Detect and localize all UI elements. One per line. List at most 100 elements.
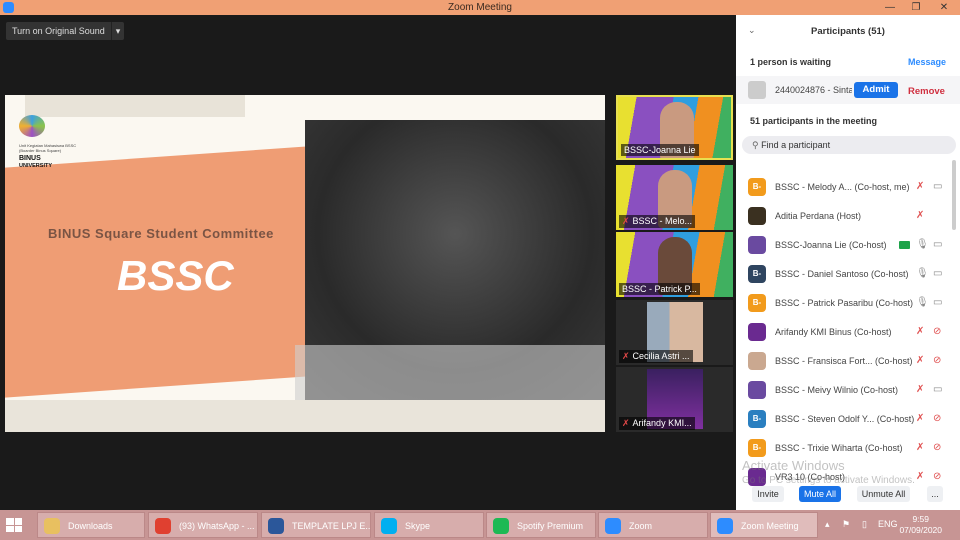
participant-row[interactable]: BSSC - Meivy Wilnio (Co-host) ✗ ▭ xyxy=(736,376,952,405)
close-button[interactable]: ✕ xyxy=(932,0,956,15)
title-bar: Zoom Meeting — ❐ ✕ xyxy=(0,0,960,15)
participant-row[interactable]: B- BSSC - Steven Odolf Y... (Co-host) ✗ ⊘ xyxy=(736,405,952,434)
taskbar-item-label: Downloads xyxy=(68,521,113,531)
participant-row[interactable]: B- BSSC - Daniel Santoso (Co-host) 🎙 ▭ xyxy=(736,260,952,289)
taskbar: Downloads (93) WhatsApp - ... TEMPLATE LPJ… xyxy=(0,510,960,540)
video-thumbnail[interactable]: BSSC - Patrick P... xyxy=(616,232,733,297)
participant-name: BSSC - Daniel Santoso (Co-host) xyxy=(775,269,909,279)
thumbnail-name: ✗ BSSC - Melo... xyxy=(619,215,696,228)
avatar: B- xyxy=(748,410,766,428)
admit-button[interactable]: Admit xyxy=(854,82,898,98)
message-button[interactable]: Message xyxy=(908,57,946,67)
participant-row[interactable]: BSSC - Fransisca Fort... (Co-host) ✗ ⊘ xyxy=(736,347,952,376)
flag-icon[interactable]: ⚑ xyxy=(842,519,850,530)
participant-name: Arifandy KMI Binus (Co-host) xyxy=(775,327,892,337)
thumbnail-name: BSSC-Joanna Lie xyxy=(621,144,699,156)
taskbar-item[interactable]: Spotify Premium xyxy=(486,512,596,538)
invite-button[interactable]: Invite xyxy=(752,486,784,502)
avatar xyxy=(748,381,766,399)
video-thumbnail[interactable]: BSSC-Joanna Lie xyxy=(616,95,733,160)
participant-name: BSSC - Melody A... (Co-host, me) xyxy=(775,182,910,192)
taskbar-item[interactable]: Skype xyxy=(374,512,484,538)
participant-row[interactable]: Arifandy KMI Binus (Co-host) ✗ ⊘ xyxy=(736,318,952,347)
video-icon[interactable]: ▭ xyxy=(933,239,942,250)
taskbar-item-label: Skype xyxy=(405,521,431,531)
original-sound-button[interactable]: Turn on Original Sound ▾ xyxy=(6,22,125,40)
thumbnail-name-text: Cecilia Astri ... xyxy=(632,351,690,361)
activation-watermark: Activate Windows xyxy=(742,458,845,473)
original-sound-label[interactable]: Turn on Original Sound xyxy=(6,22,111,40)
app-icon xyxy=(268,518,284,534)
shared-screen: Unit Kegiatan Mahasiswa BSSC (Boarder Bi… xyxy=(5,95,605,432)
video-icon[interactable]: ▭ xyxy=(933,268,942,279)
video-thumbnail[interactable]: ✗ Cecilia Astri ... xyxy=(616,300,733,365)
taskbar-item-label: Zoom Meeting xyxy=(741,521,799,531)
mic-muted-icon[interactable]: ✗ xyxy=(916,326,924,337)
more-button[interactable]: ... xyxy=(927,486,943,502)
torn-paper-bottom xyxy=(5,400,605,432)
mic-muted-icon: ✗ xyxy=(622,216,630,226)
video-off-icon[interactable]: ⊘ xyxy=(933,355,941,366)
mic-muted-icon[interactable]: ✗ xyxy=(916,471,924,482)
participant-row[interactable]: B- BSSC - Melody A... (Co-host, me) ✗ ▭ xyxy=(736,173,952,202)
bssc-logo xyxy=(19,115,45,137)
taskbar-item[interactable]: (93) WhatsApp - ... xyxy=(148,512,258,538)
mic-muted-icon[interactable]: ✗ xyxy=(916,384,924,395)
mic-muted-icon[interactable]: ✗ xyxy=(916,181,924,192)
mute-all-button[interactable]: Mute All xyxy=(799,486,841,502)
video-thumbnail[interactable]: ✗ BSSC - Melo... xyxy=(616,165,733,230)
avatar: B- xyxy=(748,439,766,457)
avatar: B- xyxy=(748,178,766,196)
avatar xyxy=(748,323,766,341)
mic-muted-icon[interactable]: ✗ xyxy=(916,210,924,221)
search-input[interactable]: ⚲ Find a participant xyxy=(742,136,956,154)
video-icon[interactable]: ▭ xyxy=(933,181,942,192)
app-icon xyxy=(605,518,621,534)
tray-up-arrow-icon[interactable]: ▴ xyxy=(825,519,830,530)
waiting-row: 2440024876 - Sinta Admit Remove xyxy=(736,76,960,104)
video-off-icon[interactable]: ⊘ xyxy=(933,471,941,482)
video-icon[interactable]: ▭ xyxy=(933,297,942,308)
windows-start-icon[interactable] xyxy=(6,518,22,532)
video-off-icon[interactable]: ⊘ xyxy=(933,326,941,337)
taskbar-item[interactable]: TEMPLATE LPJ E... xyxy=(261,512,371,538)
avatar xyxy=(748,352,766,370)
mic-muted-icon[interactable]: ✗ xyxy=(916,355,924,366)
mic-icon[interactable]: 🎙 xyxy=(916,239,929,250)
taskbar-item[interactable]: Zoom Meeting xyxy=(710,512,818,538)
clock[interactable]: 9:59 07/09/2020 xyxy=(899,514,942,536)
language-indicator[interactable]: ENG xyxy=(878,519,898,529)
remove-button[interactable]: Remove xyxy=(908,86,945,97)
app-icon xyxy=(44,518,60,534)
participant-row[interactable]: Aditia Perdana (Host) ✗ xyxy=(736,202,952,231)
mic-icon[interactable]: 🎙 xyxy=(916,297,929,308)
video-icon[interactable]: ▭ xyxy=(933,384,942,395)
clock-date: 07/09/2020 xyxy=(899,525,942,535)
group-photo-front xyxy=(295,345,605,400)
maximize-button[interactable]: ❐ xyxy=(904,0,928,15)
scrollbar[interactable] xyxy=(952,160,956,230)
battery-icon[interactable]: ▯ xyxy=(862,519,867,530)
participants-panel: ⌄ Participants (51) 1 person is waiting … xyxy=(736,15,960,510)
participant-row[interactable]: BSSC-Joanna Lie (Co-host) 🎙 ▭ xyxy=(736,231,952,260)
mic-icon[interactable]: 🎙 xyxy=(916,268,929,279)
mic-muted-icon: ✗ xyxy=(622,351,630,361)
taskbar-item[interactable]: Downloads xyxy=(37,512,145,538)
mic-muted-icon[interactable]: ✗ xyxy=(916,413,924,424)
app-icon xyxy=(155,518,171,534)
participant-row[interactable]: B- BSSC - Patrick Pasaribu (Co-host) 🎙 ▭ xyxy=(736,289,952,318)
app-icon xyxy=(493,518,509,534)
waiting-label: 1 person is waiting xyxy=(750,57,832,67)
participant-name: Aditia Perdana (Host) xyxy=(775,211,862,221)
chevron-down-icon[interactable]: ▾ xyxy=(110,22,125,40)
activation-watermark-sub: Go to PC settings to activate Windows. xyxy=(742,475,915,486)
binus-logo: BINUS UNIVERSITY xyxy=(19,155,52,170)
mic-muted-icon[interactable]: ✗ xyxy=(916,442,924,453)
slide-title: BSSC xyxy=(117,252,234,299)
minimize-button[interactable]: — xyxy=(878,0,902,15)
video-thumbnail[interactable]: ✗ Arifandy KMI... xyxy=(616,367,733,432)
video-off-icon[interactable]: ⊘ xyxy=(933,442,941,453)
taskbar-item[interactable]: Zoom xyxy=(598,512,708,538)
video-off-icon[interactable]: ⊘ xyxy=(933,413,941,424)
unmute-all-button[interactable]: Unmute All xyxy=(857,486,910,502)
